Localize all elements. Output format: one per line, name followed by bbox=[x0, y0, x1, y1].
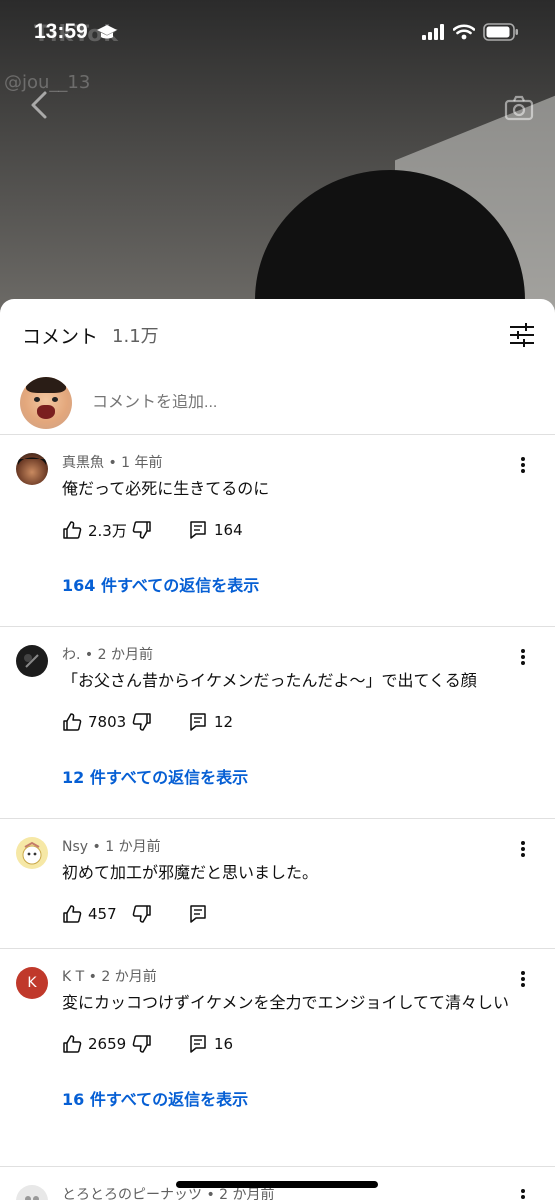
comments-count: 1.1万 bbox=[112, 326, 159, 347]
reply-button[interactable]: 16 bbox=[188, 1034, 233, 1054]
graduation-cap-icon bbox=[96, 25, 117, 39]
more-vertical-icon bbox=[521, 971, 525, 987]
more-vertical-icon bbox=[521, 649, 525, 665]
dislike-button[interactable] bbox=[132, 904, 188, 924]
wifi-icon bbox=[453, 24, 475, 40]
thumbs-up-icon bbox=[63, 1035, 82, 1053]
more-vertical-icon bbox=[521, 1189, 525, 1199]
comment-author[interactable]: 真黒魚 bbox=[62, 455, 104, 471]
comment-menu-button[interactable] bbox=[513, 837, 533, 861]
reply-icon bbox=[190, 713, 206, 731]
comment-text: 俺だって必死に生きてるのに bbox=[62, 479, 270, 498]
comment-actions: 2.3万 164 bbox=[62, 504, 537, 556]
comment-meta: K T • 2 か月前 bbox=[62, 969, 157, 985]
like-button[interactable]: 457 bbox=[62, 904, 132, 924]
like-count: 457 bbox=[88, 905, 117, 923]
reply-icon bbox=[190, 1035, 206, 1053]
sliders-icon bbox=[510, 323, 534, 347]
add-comment-row bbox=[0, 371, 555, 435]
comment-avatar bbox=[16, 1185, 48, 1200]
reply-icon bbox=[190, 905, 206, 923]
comment-menu-button[interactable] bbox=[513, 453, 533, 477]
dislike-button[interactable] bbox=[132, 520, 188, 540]
comments-sheet: コメント 1.1万 真黒魚 • 1 年前 bbox=[0, 299, 555, 1200]
comment-text: 変にカッコつけずイケメンを全力でエンジョイしてて清々しい bbox=[62, 993, 510, 1012]
comment-time: 1 年前 bbox=[121, 455, 163, 471]
comment-time: 1 か月前 bbox=[105, 839, 161, 855]
comment-author[interactable]: わ. bbox=[62, 647, 80, 663]
camera-icon bbox=[504, 95, 534, 121]
view-replies-link[interactable]: 164 件すべての返信を表示 bbox=[62, 556, 537, 636]
reply-button[interactable] bbox=[188, 904, 208, 924]
comment-actions: 7803 12 bbox=[62, 696, 537, 748]
comment-text: 初めて加工が邪魔だと思いました。 bbox=[62, 863, 319, 882]
reply-count: 12 bbox=[214, 713, 234, 731]
like-count: 7803 bbox=[88, 713, 127, 731]
dislike-button[interactable] bbox=[132, 712, 188, 732]
comment-item: 真黒魚 • 1 年前 俺だって必死に生きてるのに 2.3万 164 164 件す… bbox=[0, 435, 555, 627]
reply-button[interactable]: 12 bbox=[188, 712, 233, 732]
comment-meta: Nsy • 1 か月前 bbox=[62, 839, 161, 855]
thumbs-down-icon bbox=[132, 1035, 151, 1053]
comment-menu-button[interactable] bbox=[513, 1185, 533, 1200]
like-button[interactable]: 2659 bbox=[62, 1034, 132, 1054]
thumbs-down-icon bbox=[132, 713, 151, 731]
thumbs-down-icon bbox=[132, 521, 151, 539]
comments-header: コメント 1.1万 bbox=[0, 299, 555, 371]
view-replies-link[interactable]: 16 件すべての返信を表示 bbox=[62, 1070, 537, 1150]
comment-menu-button[interactable] bbox=[513, 645, 533, 669]
chevron-left-icon bbox=[31, 91, 47, 119]
thumbs-up-icon bbox=[63, 905, 82, 923]
reply-icon bbox=[190, 521, 206, 539]
like-count: 2659 bbox=[88, 1035, 127, 1053]
reply-button[interactable]: 164 bbox=[188, 520, 243, 540]
add-comment-input[interactable] bbox=[92, 393, 492, 412]
like-button[interactable]: 2.3万 bbox=[62, 520, 132, 541]
comment-avatar bbox=[16, 453, 48, 485]
thumbs-up-icon bbox=[63, 713, 82, 731]
comment-actions: 457 bbox=[62, 888, 537, 940]
more-vertical-icon bbox=[521, 457, 525, 473]
view-replies-link[interactable]: 12 件すべての返信を表示 bbox=[62, 748, 537, 828]
comment-menu-button[interactable] bbox=[513, 967, 533, 991]
thumbs-up-icon bbox=[63, 521, 82, 539]
reply-count: 16 bbox=[214, 1035, 234, 1053]
more-vertical-icon bbox=[521, 841, 525, 857]
thumbs-down-icon bbox=[132, 905, 151, 923]
status-bar: 13:59 bbox=[0, 0, 555, 64]
back-button[interactable] bbox=[22, 88, 56, 122]
avatar-letter: K bbox=[27, 975, 37, 991]
dislike-button[interactable] bbox=[132, 1034, 188, 1054]
user-avatar bbox=[20, 376, 72, 429]
battery-icon bbox=[483, 23, 518, 41]
comment-author[interactable]: とろとろのピーナッツ bbox=[62, 1187, 202, 1200]
home-indicator[interactable] bbox=[176, 1181, 378, 1188]
comments-title: コメント bbox=[22, 325, 99, 348]
comment-author[interactable]: Nsy bbox=[62, 839, 88, 855]
comment-meta: わ. • 2 か月前 bbox=[62, 647, 153, 663]
comment-item: Nsy • 1 か月前 初めて加工が邪魔だと思いました。 457 bbox=[0, 819, 555, 949]
comment-time: 2 か月前 bbox=[101, 969, 157, 985]
comment-item: わ. • 2 か月前 「お父さん昔からイケメンだったんだよ〜」で出てくる顔 78… bbox=[0, 627, 555, 819]
comment-item: K K T • 2 か月前 変にカッコつけずイケメンを全力でエンジョイしてて清々… bbox=[0, 949, 555, 1167]
comment-avatar: K bbox=[16, 967, 48, 999]
comment-text: 「お父さん昔からイケメンだったんだよ〜」で出てくる顔 bbox=[62, 671, 477, 690]
cellular-signal-icon bbox=[422, 24, 444, 40]
comment-time: 2 か月前 bbox=[219, 1187, 275, 1200]
sort-filter-button[interactable] bbox=[507, 320, 537, 350]
comment-avatar bbox=[16, 837, 48, 869]
comment-time: 2 か月前 bbox=[97, 647, 153, 663]
status-time: 13:59 bbox=[34, 20, 88, 43]
like-count: 2.3万 bbox=[88, 521, 127, 540]
comment-actions: 2659 16 bbox=[62, 1018, 537, 1070]
comment-avatar bbox=[16, 645, 48, 677]
like-button[interactable]: 7803 bbox=[62, 712, 132, 732]
comment-author[interactable]: K T bbox=[62, 969, 84, 985]
comment-meta: 真黒魚 • 1 年前 bbox=[62, 455, 163, 471]
reply-count: 164 bbox=[214, 521, 243, 539]
camera-button[interactable] bbox=[503, 92, 535, 124]
